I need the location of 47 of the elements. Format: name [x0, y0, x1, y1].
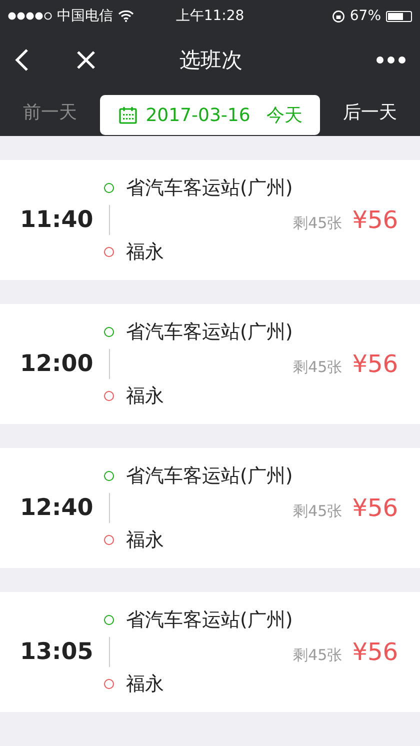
seats-remaining: 剩45张	[293, 358, 342, 377]
seats-remaining: 剩45张	[293, 646, 342, 665]
page-title: 选班次	[178, 47, 244, 74]
rotation-lock-icon	[332, 10, 345, 22]
more-icon[interactable]	[376, 56, 406, 64]
carrier: 中国电信	[57, 7, 113, 25]
destination-station: 福永	[126, 384, 164, 409]
origin-station: 省汽车客运站(广州)	[126, 464, 293, 489]
trip-card[interactable]: 13:05 省汽车客运站(广州) 剩45张 ¥56 福永	[0, 592, 420, 712]
price: ¥56	[352, 350, 398, 378]
origin-icon	[104, 471, 114, 481]
seats-remaining: 剩45张	[293, 214, 342, 233]
destination-icon	[104, 535, 114, 545]
origin-station: 省汽车客运站(广州)	[126, 176, 293, 201]
destination-icon	[104, 391, 114, 401]
destination-icon	[104, 247, 114, 257]
destination-station: 福永	[126, 672, 164, 697]
date-text: 2017-03-16	[146, 104, 250, 126]
price: ¥56	[352, 206, 398, 234]
battery-percent: 67%	[350, 8, 382, 24]
origin-icon	[104, 183, 114, 193]
departure-time: 11:40	[20, 207, 94, 233]
back-icon[interactable]	[14, 48, 30, 72]
calendar-icon	[118, 105, 138, 125]
departure-time: 12:00	[20, 351, 94, 377]
close-icon[interactable]	[76, 50, 96, 70]
trip-card[interactable]: 12:40 省汽车客运站(广州) 剩45张 ¥56 福永	[0, 448, 420, 568]
departure-time: 12:40	[20, 495, 94, 521]
trip-card[interactable]: 11:40 省汽车客运站(广州) 剩45张 ¥56 福永	[0, 160, 420, 280]
destination-station: 福永	[126, 528, 164, 553]
next-day-button[interactable]: 后一天	[320, 99, 420, 136]
price: ¥56	[352, 494, 398, 522]
trip-card[interactable]: 12:00 省汽车客运站(广州) 剩45张 ¥56 福永	[0, 304, 420, 424]
day-label: 今天	[266, 104, 302, 127]
destination-icon	[104, 679, 114, 689]
clock: 上午11:28	[176, 7, 244, 25]
signal-icon	[8, 12, 52, 20]
destination-station: 福永	[126, 240, 164, 265]
origin-icon	[104, 615, 114, 625]
origin-icon	[104, 327, 114, 337]
origin-station: 省汽车客运站(广州)	[126, 320, 293, 345]
departure-time: 13:05	[20, 639, 94, 665]
seats-remaining: 剩45张	[293, 502, 342, 521]
price: ¥56	[352, 638, 398, 666]
origin-station: 省汽车客运站(广州)	[126, 608, 293, 633]
battery-icon	[386, 10, 412, 22]
wifi-icon	[118, 10, 134, 22]
